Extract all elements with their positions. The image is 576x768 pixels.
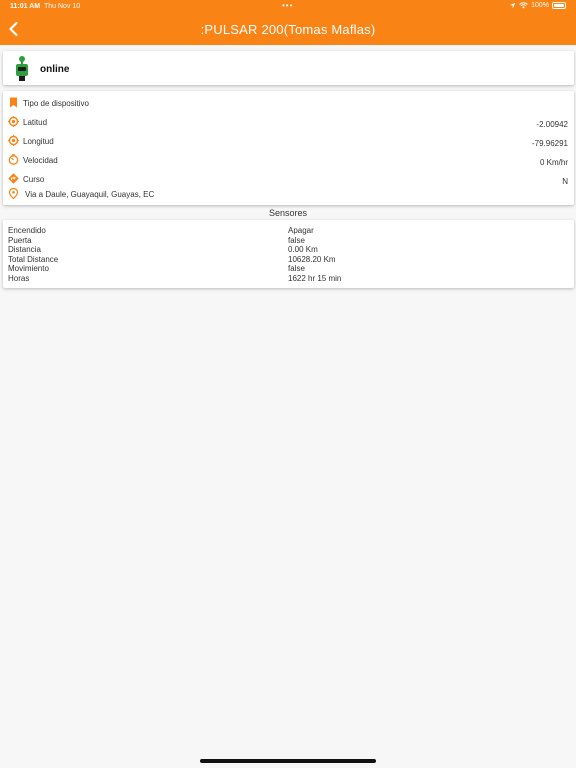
address-text: Via a Daule, Guayaquil, Guayas, EC	[25, 190, 155, 199]
battery-icon	[552, 2, 566, 9]
sensor-value: 0.00 Km	[288, 245, 318, 254]
course-row: Curso N	[3, 170, 574, 188]
sensor-value: Apagar	[288, 226, 314, 235]
speed-row: Velocidad 0 Km/hr	[3, 151, 574, 169]
device-status-card: online	[3, 51, 574, 85]
sensor-name: Horas	[8, 273, 30, 283]
sensor-value: false	[288, 264, 305, 273]
sensor-name: Puerta	[8, 235, 32, 245]
longitude-label: Longitud	[23, 137, 54, 146]
sensor-row: Puerta false	[3, 236, 574, 246]
gps-tracker-icon	[16, 56, 28, 81]
status-date: Thu Nov 10	[44, 3, 81, 10]
device-status-label: online	[40, 64, 70, 75]
sensor-row: Movimiento false	[3, 264, 574, 274]
status-bar: 11:01 AM Thu Nov 10 ••• 100%	[0, 0, 576, 14]
sensor-name: Movimiento	[8, 264, 49, 273]
sensor-name: Total Distance	[8, 254, 59, 264]
multitask-dots[interactable]: •••	[282, 1, 293, 10]
app-header: 11:01 AM Thu Nov 10 ••• 100% :PULSAR 200…	[0, 0, 576, 45]
longitude-row: Longitud -79.96291	[3, 132, 574, 150]
sensors-card: Encendido Apagar Puerta false Distancia …	[3, 220, 574, 288]
battery-percent: 100%	[531, 2, 549, 9]
stopwatch-icon	[8, 154, 19, 165]
sensor-value: false	[288, 235, 305, 245]
location-arrow-icon	[509, 2, 516, 9]
home-indicator[interactable]	[200, 759, 376, 763]
device-type-label: Tipo de dispositivo	[23, 99, 89, 108]
sensor-value: 1622 hr 15 min	[288, 273, 342, 283]
status-indicators: 100%	[509, 2, 566, 9]
status-time: 11:01 AM	[10, 3, 41, 10]
latitude-value: -2.00942	[536, 120, 568, 129]
speed-label: Velocidad	[23, 156, 58, 165]
sensor-value: 10628.20 Km	[288, 254, 336, 264]
speed-value: 0 Km/hr	[539, 158, 568, 167]
device-info-card: Tipo de dispositivo Latitud -2.00942 Lon…	[3, 91, 574, 205]
latitude-row: Latitud -2.00942	[3, 113, 574, 131]
sensor-name: Distancia	[8, 245, 41, 254]
address-row: Via a Daule, Guayaquil, Guayas, EC	[3, 188, 574, 207]
course-label: Curso	[23, 175, 45, 184]
sensor-row: Encendido Apagar	[3, 226, 574, 236]
sensors-section-title: Sensores	[268, 208, 308, 218]
bookmark-icon	[10, 97, 17, 108]
direction-icon	[8, 173, 19, 184]
map-pin-icon	[8, 188, 19, 199]
page-title: :PULSAR 200(Tomas Maflas)	[200, 22, 376, 37]
device-type-row: Tipo de dispositivo	[3, 94, 574, 112]
latitude-label: Latitud	[23, 118, 48, 127]
longitude-value: -79.96291	[531, 139, 568, 148]
wifi-icon	[519, 2, 528, 9]
sensor-row: Horas 1622 hr 15 min	[3, 274, 574, 284]
crosshair-icon	[8, 116, 19, 127]
sensor-name: Encendido	[8, 226, 46, 235]
sensor-row: Distancia 0.00 Km	[3, 245, 574, 255]
course-value: N	[562, 177, 568, 186]
crosshair-icon	[8, 135, 19, 146]
sensor-row: Total Distance 10628.20 Km	[3, 255, 574, 265]
